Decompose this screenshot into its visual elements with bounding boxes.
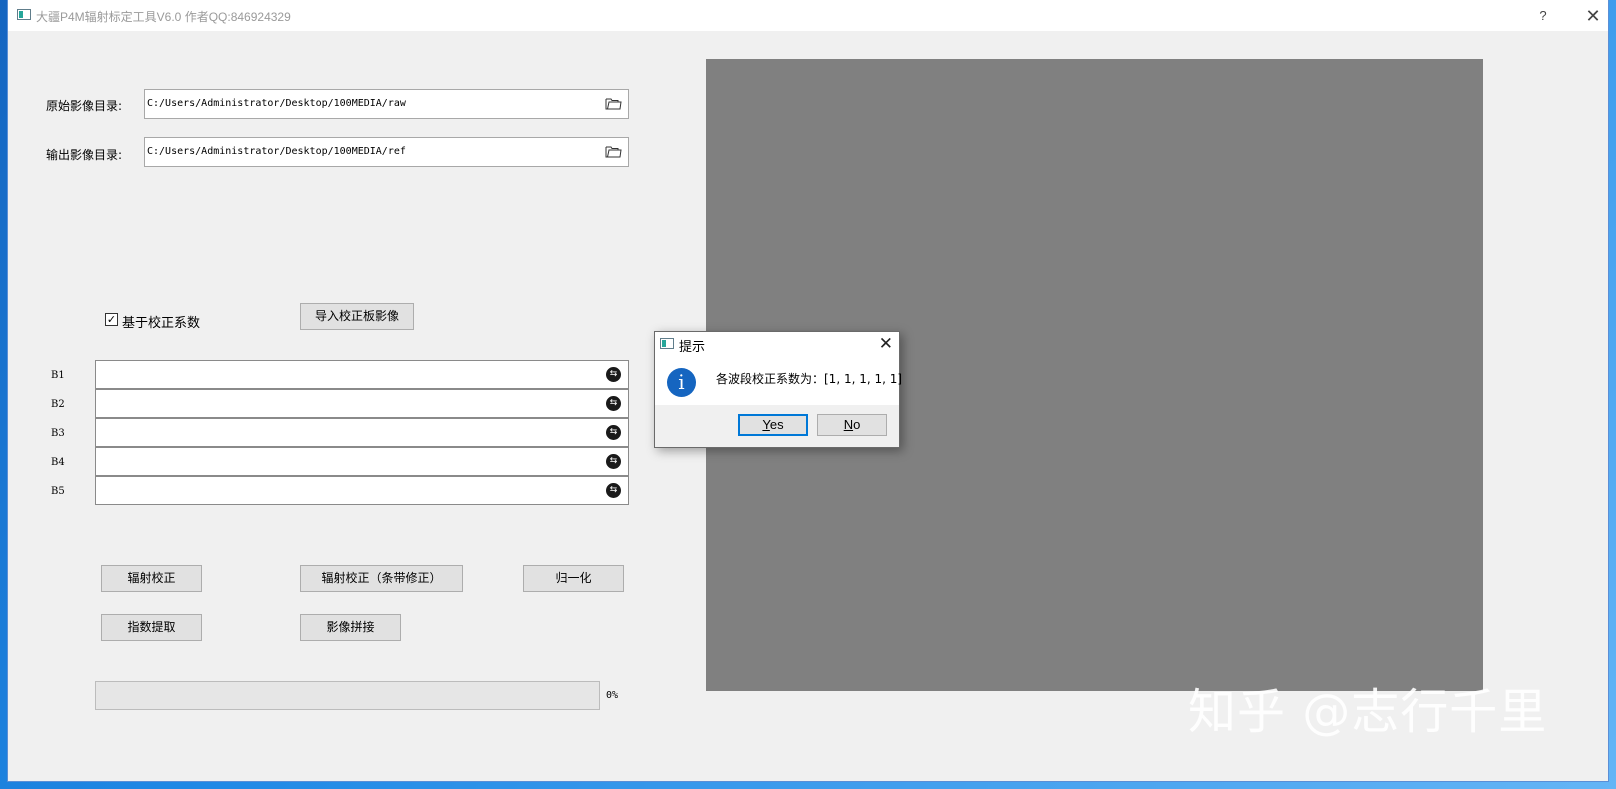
yes-mnemonic: Y bbox=[762, 417, 770, 432]
band-label-b4: B4 bbox=[51, 457, 65, 468]
import-panel-image-button[interactable]: 导入校正板影像 bbox=[300, 303, 414, 330]
normalize-button[interactable]: 归一化 bbox=[523, 565, 624, 592]
band-field-b2[interactable]: ⇆ bbox=[95, 389, 629, 418]
watermark: 知乎 @志行千里 bbox=[1188, 684, 1548, 740]
raw-dir-value: C:/Users/Administrator/Desktop/100MEDIA/… bbox=[147, 98, 406, 109]
swap-icon[interactable]: ⇆ bbox=[606, 396, 621, 411]
help-button[interactable]: ? bbox=[1528, 4, 1558, 28]
folder-icon[interactable] bbox=[605, 96, 622, 111]
progress-text: 0% bbox=[606, 690, 619, 701]
output-dir-value: C:/Users/Administrator/Desktop/100MEDIA/… bbox=[147, 146, 406, 157]
no-mnemonic: N bbox=[843, 417, 854, 432]
info-dialog: 提示 ✕ i 各波段校正系数为：[1, 1, 1, 1, 1] Yes No bbox=[654, 331, 903, 448]
close-icon[interactable]: ✕ bbox=[879, 333, 893, 355]
yes-label: es bbox=[769, 417, 784, 432]
swap-icon[interactable]: ⇆ bbox=[606, 454, 621, 469]
index-extract-button[interactable]: 指数提取 bbox=[101, 614, 202, 641]
progress-bar bbox=[95, 681, 600, 710]
raw-dir-input[interactable]: C:/Users/Administrator/Desktop/100MEDIA/… bbox=[144, 89, 629, 119]
band-label-b5: B5 bbox=[51, 486, 65, 497]
no-button[interactable]: No bbox=[817, 414, 887, 436]
band-field-b5[interactable]: ⇆ bbox=[95, 476, 629, 505]
band-label-b1: B1 bbox=[51, 370, 65, 381]
app-icon bbox=[17, 9, 31, 20]
swap-icon[interactable]: ⇆ bbox=[606, 425, 621, 440]
band-label-b2: B2 bbox=[51, 399, 65, 410]
output-dir-input[interactable]: C:/Users/Administrator/Desktop/100MEDIA/… bbox=[144, 137, 629, 167]
checkbox-box[interactable]: ✓ bbox=[105, 313, 118, 326]
band-field-b1[interactable]: ⇆ bbox=[95, 360, 629, 389]
band-field-b3[interactable]: ⇆ bbox=[95, 418, 629, 447]
swap-icon[interactable]: ⇆ bbox=[606, 483, 621, 498]
radiometric-stripe-correction-button[interactable]: 辐射校正（条带修正） bbox=[300, 565, 463, 592]
close-window-button[interactable]: ✕ bbox=[1578, 4, 1608, 28]
dialog-title-bar: 提示 ✕ bbox=[655, 332, 899, 357]
app-icon bbox=[660, 338, 674, 349]
band-field-b4[interactable]: ⇆ bbox=[95, 447, 629, 476]
raw-dir-label: 原始影像目录: bbox=[46, 99, 123, 113]
dialog-title: 提示 bbox=[679, 340, 706, 355]
swap-icon[interactable]: ⇆ bbox=[606, 367, 621, 382]
dialog-message: 各波段校正系数为：[1, 1, 1, 1, 1] bbox=[716, 372, 903, 386]
dialog-body: i 各波段校正系数为：[1, 1, 1, 1, 1] bbox=[655, 357, 903, 405]
no-label: o bbox=[853, 417, 861, 432]
band-label-b3: B3 bbox=[51, 428, 65, 439]
folder-icon[interactable] bbox=[605, 144, 622, 159]
window-title: 大疆P4M辐射标定工具V6.0 作者QQ:846924329 bbox=[36, 10, 291, 24]
output-dir-label: 输出影像目录: bbox=[46, 148, 123, 162]
image-mosaic-button[interactable]: 影像拼接 bbox=[300, 614, 401, 641]
yes-button[interactable]: Yes bbox=[738, 414, 808, 436]
checkbox-label: 基于校正系数 bbox=[122, 316, 201, 331]
info-icon: i bbox=[667, 368, 696, 397]
title-bar: 大疆P4M辐射标定工具V6.0 作者QQ:846924329 ? ✕ bbox=[8, 0, 1608, 31]
radiometric-correction-button[interactable]: 辐射校正 bbox=[101, 565, 202, 592]
